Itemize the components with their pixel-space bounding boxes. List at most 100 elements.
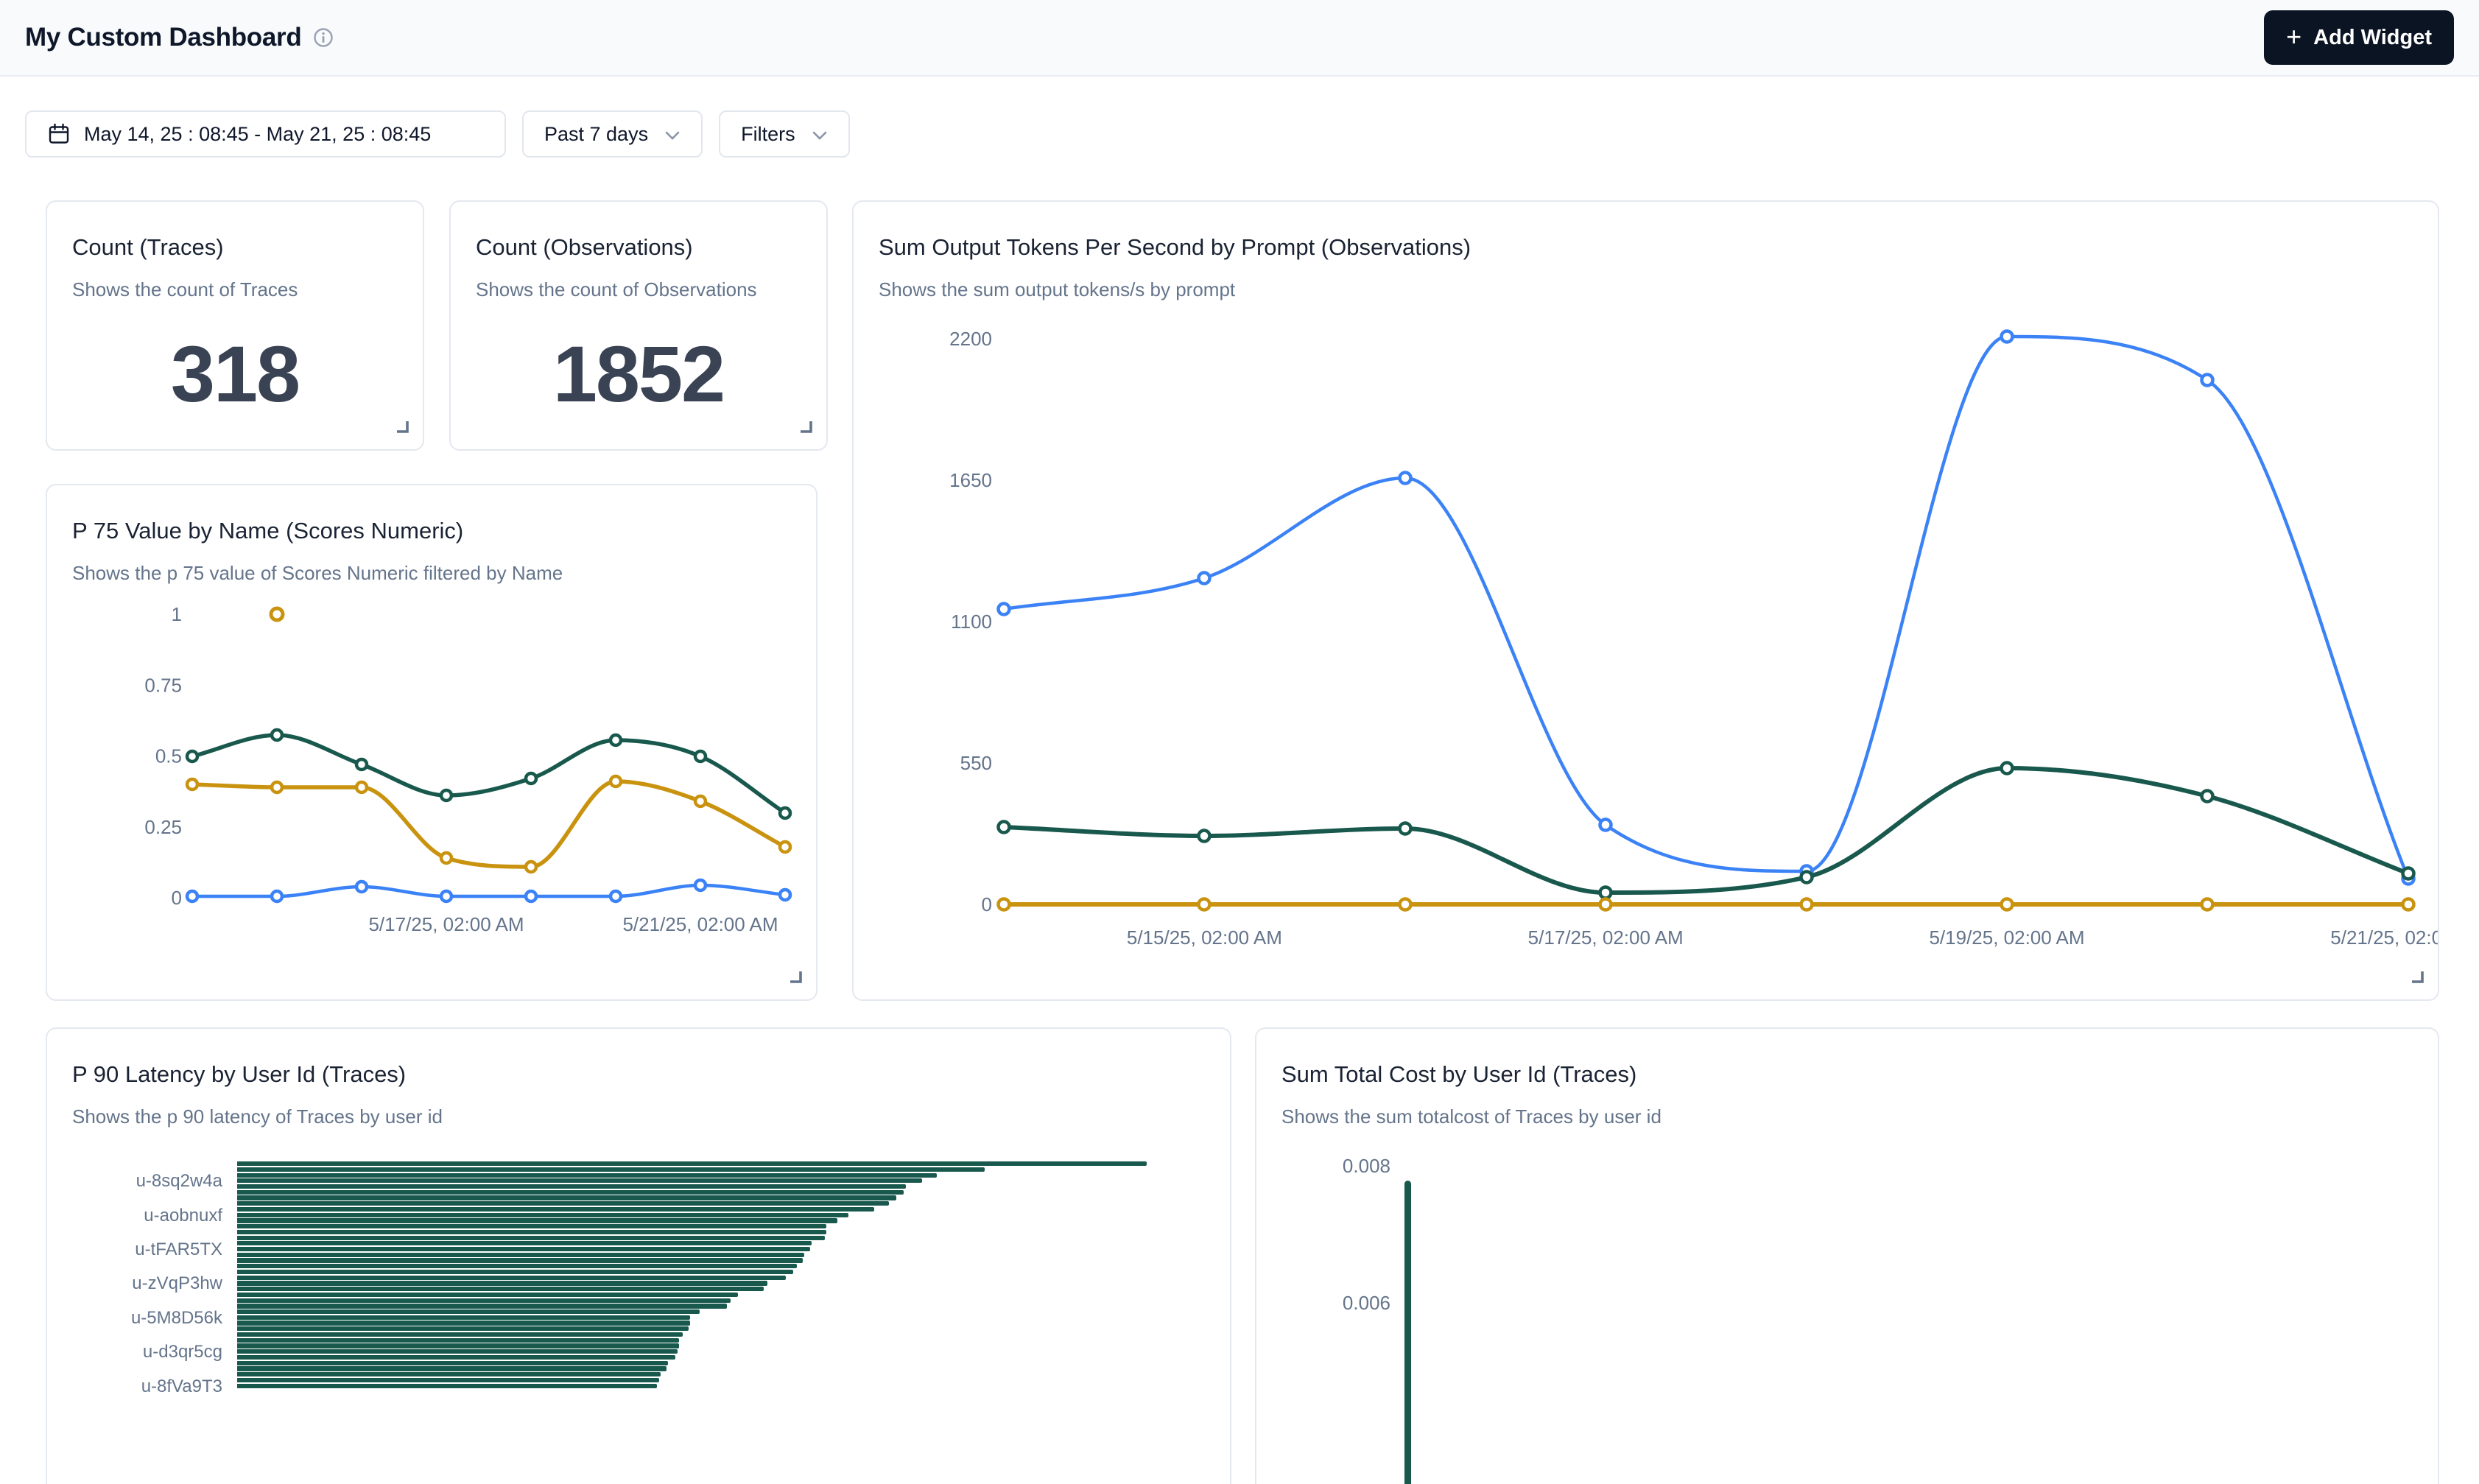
data-point-name-blue[interactable]	[187, 891, 197, 901]
data-point-prompt-green[interactable]	[2202, 791, 2213, 802]
data-point-prompt-orange[interactable]	[1199, 899, 1210, 910]
info-icon[interactable]	[313, 27, 334, 48]
resize-handle[interactable]	[798, 419, 815, 439]
data-point-prompt-green[interactable]	[1400, 823, 1411, 834]
data-point-prompt-orange[interactable]	[2002, 899, 2013, 910]
tokens-line-chart[interactable]: 05501100165022005/15/25, 02:00 AM5/17/25…	[854, 202, 2439, 1001]
bar-row[interactable]	[237, 1161, 1147, 1166]
data-point-name-green[interactable]	[695, 751, 706, 762]
bar-row[interactable]	[237, 1315, 690, 1320]
bar-row[interactable]	[237, 1224, 826, 1228]
data-point-name-blue[interactable]	[441, 891, 451, 901]
resize-handle[interactable]	[788, 969, 804, 989]
resize-handle[interactable]	[2410, 969, 2426, 989]
bar-row[interactable]	[237, 1236, 825, 1240]
p90-bar-chart[interactable]: u-8sq2w4au-aobnuxfu-tFAR5TXu-zVqP3hwu-5M…	[47, 1029, 1230, 1484]
bar-row[interactable]	[237, 1207, 874, 1212]
data-point-name-blue[interactable]	[780, 890, 790, 900]
bar-row[interactable]	[237, 1293, 738, 1297]
bar-row[interactable]	[237, 1195, 896, 1200]
data-point-prompt-orange[interactable]	[2202, 899, 2213, 910]
filters-dropdown[interactable]: Filters	[719, 110, 850, 158]
bar-row[interactable]	[237, 1230, 826, 1234]
bar-row[interactable]	[237, 1276, 786, 1280]
bar-row[interactable]	[237, 1366, 667, 1371]
date-range-picker[interactable]: May 14, 25 : 08:45 - May 21, 25 : 08:45	[25, 110, 506, 158]
bar-row[interactable]	[237, 1326, 689, 1331]
bar-row[interactable]	[237, 1167, 985, 1172]
bar-row[interactable]	[237, 1258, 803, 1262]
bar-row[interactable]	[237, 1338, 679, 1343]
data-point-name-orange[interactable]	[356, 782, 367, 792]
data-point-name-orange[interactable]	[611, 776, 621, 787]
data-point-name-orange[interactable]	[187, 779, 197, 790]
data-point-name-blue[interactable]	[272, 891, 282, 901]
bar-row[interactable]	[237, 1190, 904, 1195]
data-point-name-orange[interactable]	[441, 853, 451, 863]
bar-row[interactable]	[237, 1213, 848, 1217]
add-widget-button[interactable]: + Add Widget	[2264, 10, 2454, 65]
bar-row[interactable]	[237, 1304, 727, 1308]
data-point-prompt-blue[interactable]	[1400, 473, 1411, 484]
bar-row[interactable]	[237, 1309, 700, 1314]
data-point-prompt-orange[interactable]	[2403, 899, 2414, 910]
bar-row[interactable]	[237, 1287, 764, 1291]
bar-row[interactable]	[237, 1173, 937, 1178]
data-point-name-green[interactable]	[526, 773, 536, 784]
data-point-prompt-blue[interactable]	[2002, 331, 2013, 342]
data-point-name-green[interactable]	[272, 730, 282, 740]
data-point-prompt-orange[interactable]	[1600, 899, 1611, 910]
p75-line-chart[interactable]: 00.250.50.7515/17/25, 02:00 AM5/21/25, 0…	[47, 485, 817, 1001]
bar-row[interactable]	[237, 1178, 922, 1183]
bar-row[interactable]	[237, 1332, 683, 1337]
data-point-prompt-green[interactable]	[2002, 763, 2013, 774]
bar-row[interactable]	[237, 1201, 889, 1206]
bar-row[interactable]	[237, 1378, 659, 1382]
bar-row[interactable]	[237, 1184, 906, 1189]
bar-row[interactable]	[237, 1241, 812, 1245]
data-point-prompt-green[interactable]	[999, 822, 1010, 833]
bar-row[interactable]	[237, 1270, 793, 1274]
bar-row[interactable]	[237, 1321, 690, 1325]
bar-row[interactable]	[237, 1355, 675, 1360]
data-point-name-blue[interactable]	[695, 880, 706, 890]
bar-row[interactable]	[237, 1264, 797, 1268]
bar-row[interactable]	[237, 1218, 837, 1223]
data-point-prompt-orange[interactable]	[1400, 899, 1411, 910]
data-point-name-green[interactable]	[611, 735, 621, 745]
data-point-prompt-orange[interactable]	[999, 899, 1010, 910]
data-point-prompt-blue[interactable]	[1600, 820, 1611, 831]
data-point-name-green[interactable]	[441, 790, 451, 801]
bar-row[interactable]	[237, 1253, 804, 1257]
data-point-name-blue[interactable]	[526, 891, 536, 901]
bar-row[interactable]	[237, 1247, 810, 1251]
data-point-prompt-blue[interactable]	[2202, 375, 2213, 386]
cost-bar-chart[interactable]: 0.0080.006	[1256, 1029, 2438, 1484]
data-point-name-green[interactable]	[187, 751, 197, 762]
data-point-name-blue[interactable]	[356, 882, 367, 892]
resize-handle[interactable]	[395, 419, 411, 439]
bar-row[interactable]	[237, 1343, 679, 1348]
bar-row[interactable]	[237, 1361, 668, 1365]
bar-row[interactable]	[237, 1298, 731, 1303]
date-preset-dropdown[interactable]: Past 7 days	[522, 110, 703, 158]
data-point-prompt-green[interactable]	[1199, 831, 1210, 842]
data-point-name-orange[interactable]	[272, 782, 282, 792]
data-point-isolated[interactable]	[271, 608, 283, 620]
data-point-prompt-green[interactable]	[2403, 868, 2414, 879]
bar-row[interactable]	[237, 1384, 657, 1388]
data-point-name-green[interactable]	[780, 808, 790, 818]
bar-column[interactable]	[1404, 1181, 1411, 1484]
bar-row[interactable]	[237, 1372, 661, 1376]
bar-row[interactable]	[237, 1281, 767, 1285]
data-point-prompt-blue[interactable]	[1199, 573, 1210, 584]
data-point-prompt-green[interactable]	[1600, 887, 1611, 899]
data-point-name-orange[interactable]	[695, 796, 706, 806]
data-point-name-orange[interactable]	[780, 842, 790, 852]
bar-row[interactable]	[237, 1349, 678, 1354]
data-point-name-orange[interactable]	[526, 862, 536, 872]
data-point-prompt-green[interactable]	[1801, 872, 1812, 883]
data-point-prompt-orange[interactable]	[1801, 899, 1812, 910]
data-point-name-blue[interactable]	[611, 891, 621, 901]
data-point-prompt-blue[interactable]	[999, 604, 1010, 615]
